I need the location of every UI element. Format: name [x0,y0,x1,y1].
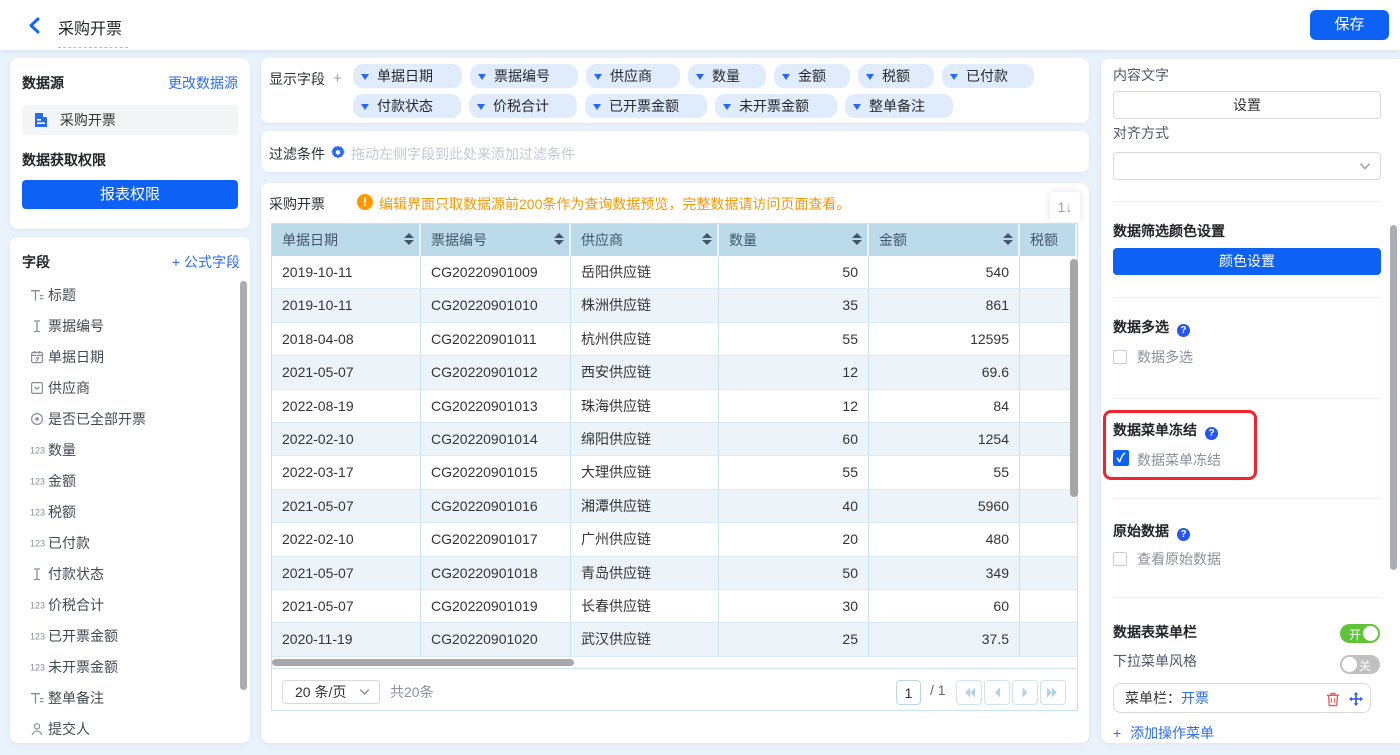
svg-text:123: 123 [30,632,45,642]
svg-text:123: 123 [30,601,45,611]
svg-text:123: 123 [30,539,45,549]
svg-text:123: 123 [30,663,45,673]
svg-text:123: 123 [30,508,45,518]
svg-text:123: 123 [30,477,45,487]
svg-text:123: 123 [30,446,45,456]
